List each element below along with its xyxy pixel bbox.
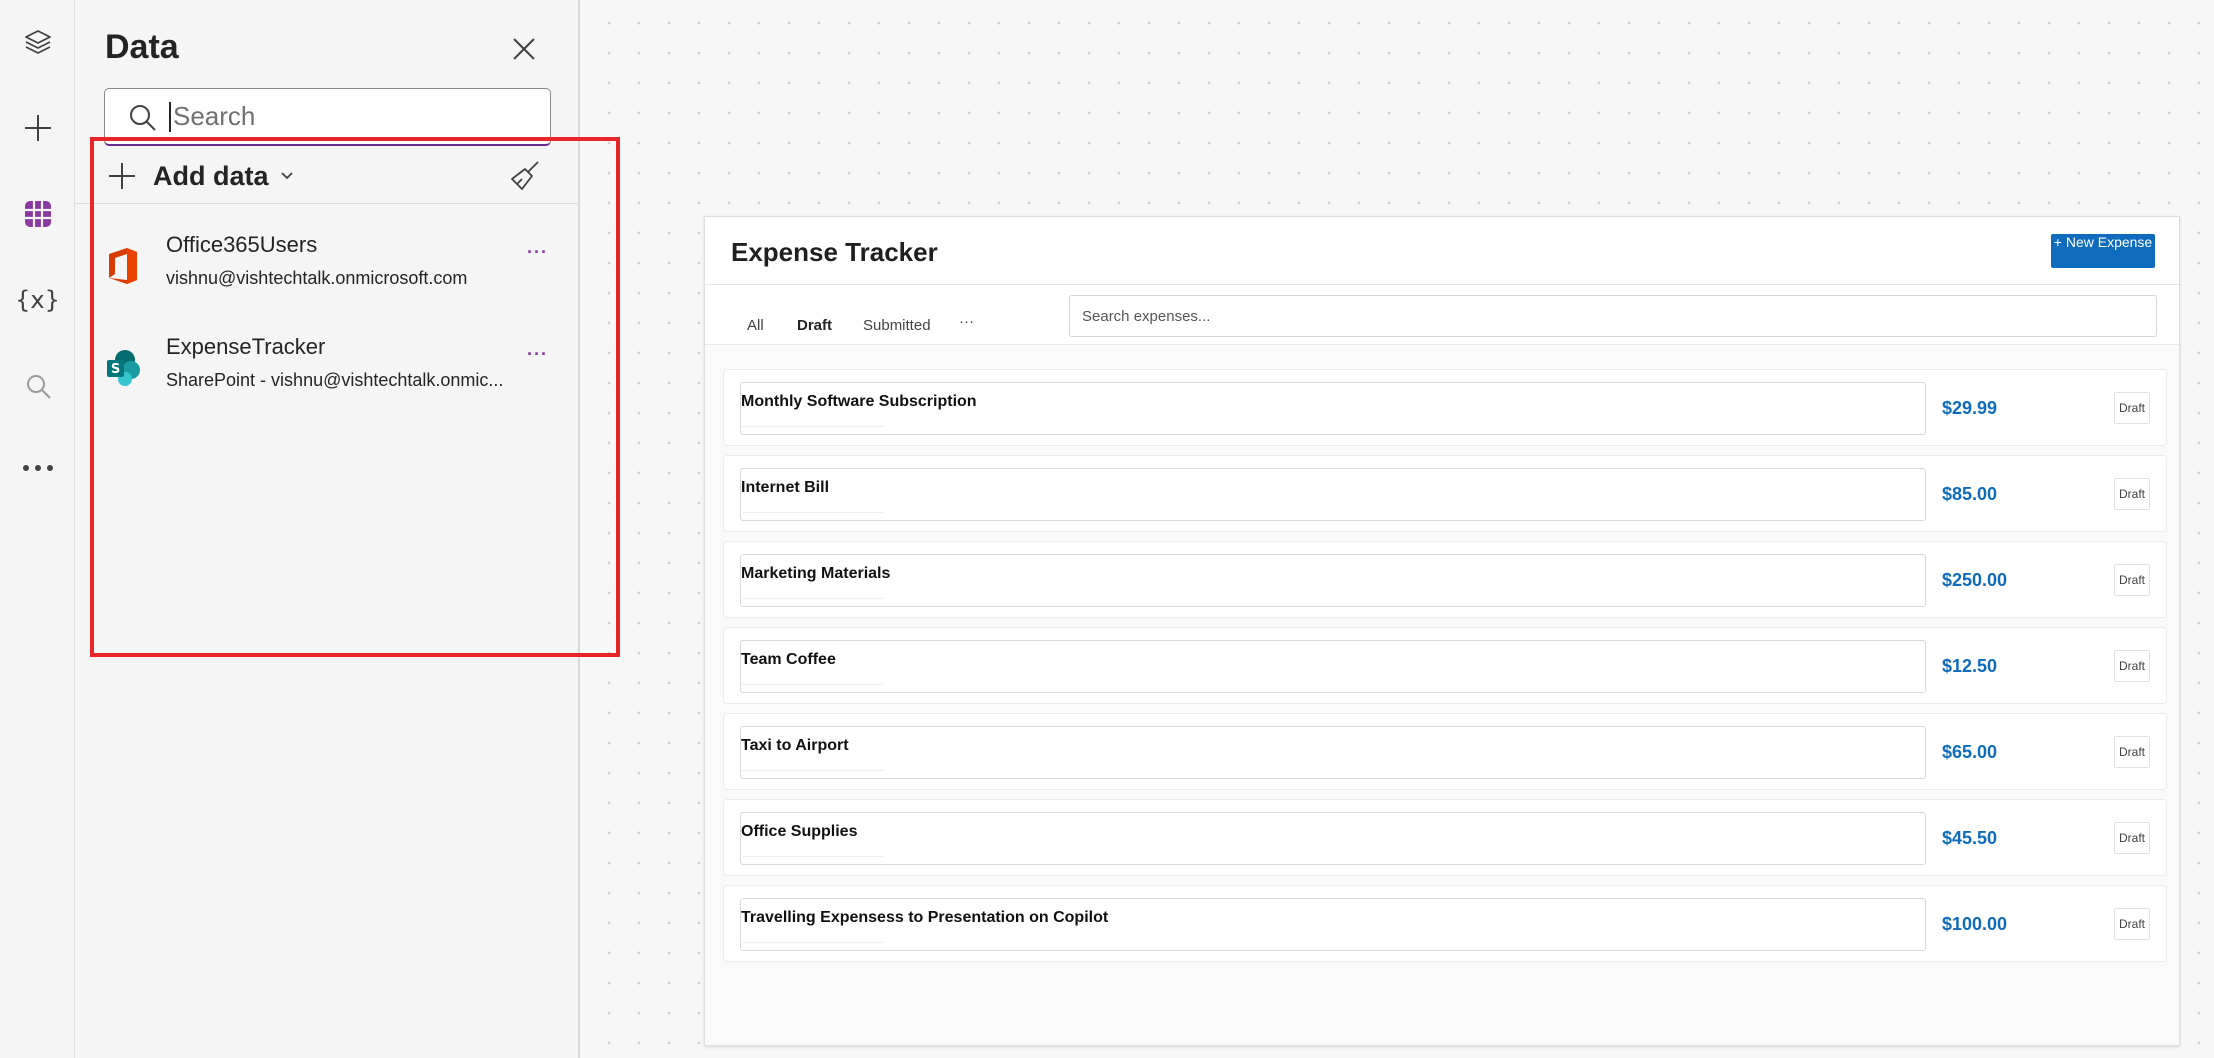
expense-title: Travelling Expensess to Presentation on …: [741, 909, 1109, 926]
variables-button[interactable]: {x}: [0, 270, 75, 330]
expense-search-input[interactable]: [1069, 295, 2157, 337]
broom-icon: [511, 161, 539, 190]
data-button[interactable]: [0, 184, 75, 244]
panel-divider: [75, 203, 578, 204]
expense-title-box: Office Supplies: [740, 812, 1926, 865]
status-badge: Draft: [2114, 650, 2150, 682]
expense-amount: $250.00: [1942, 570, 2008, 590]
source-subtitle: vishnu@vishtechtalk.onmicrosoft.com: [166, 268, 468, 288]
search-icon: [130, 104, 156, 131]
expense-title: Team Coffee: [741, 651, 836, 668]
add-data-label: Add data: [153, 160, 269, 191]
expense-row[interactable]: Travelling Expensess to Presentation on …: [723, 885, 2167, 962]
filter-tabs: All Draft Submitted ···: [705, 285, 2179, 345]
expense-title: Internet Bill: [741, 479, 830, 496]
expense-row[interactable]: Marketing Materials $250.00 Draft: [723, 541, 2167, 618]
expense-row[interactable]: Team Coffee $12.50 Draft: [723, 627, 2167, 704]
search-rail-button[interactable]: [0, 356, 75, 416]
layers-icon: [24, 30, 51, 54]
app-screen[interactable]: Expense Tracker + New Expense All Draft …: [704, 216, 2180, 1046]
expense-amount: $100.00: [1942, 914, 2008, 934]
tree-view-button[interactable]: [0, 12, 75, 72]
expense-detail: [743, 591, 883, 599]
clear-cache-button[interactable]: [505, 156, 545, 196]
tab-all[interactable]: All: [747, 317, 764, 334]
status-badge: Draft: [2114, 392, 2150, 424]
plus-icon: [109, 163, 135, 189]
left-rail: {x}: [0, 0, 75, 1058]
expense-detail: [743, 677, 883, 685]
data-grid-icon: [24, 201, 51, 227]
status-badge: Draft: [2114, 822, 2150, 854]
data-search-box: [104, 88, 551, 146]
expense-title-box: Taxi to Airport: [740, 726, 1926, 779]
expense-row[interactable]: Office Supplies $45.50 Draft: [723, 799, 2167, 876]
expense-title-box: Monthly Software Subscription: [740, 382, 1926, 435]
variables-icon: {x}: [15, 286, 60, 314]
source-more-button[interactable]: ···: [527, 344, 548, 365]
expense-title: Monthly Software Subscription: [741, 393, 977, 410]
expense-title: Taxi to Airport: [741, 737, 849, 754]
expense-detail: [743, 935, 883, 943]
expense-row[interactable]: Monthly Software Subscription $29.99 Dra…: [723, 369, 2167, 446]
expense-title: Marketing Materials: [741, 565, 891, 582]
expense-amount: $65.00: [1942, 742, 1998, 762]
plus-icon: [24, 115, 51, 141]
insert-button[interactable]: [0, 98, 75, 158]
source-name: Office365Users: [166, 232, 318, 257]
more-button[interactable]: [0, 438, 75, 498]
tab-draft[interactable]: Draft: [797, 317, 832, 334]
status-badge: Draft: [2114, 908, 2150, 940]
data-source-office365users[interactable]: Office365Users vishnu@vishtechtalk.onmic…: [75, 222, 578, 314]
office365-icon: [109, 248, 137, 284]
source-subtitle: SharePoint - vishnu@vishtechtalk.onmic..…: [166, 370, 504, 390]
more-icon: [22, 465, 53, 471]
panel-title: Data: [105, 28, 179, 66]
data-panel: Data Add data Office365Users: [75, 0, 580, 1058]
app-title: Expense Tracker: [731, 237, 938, 267]
data-search-input[interactable]: [169, 101, 529, 132]
status-badge: Draft: [2114, 478, 2150, 510]
expense-detail: [743, 849, 883, 857]
expense-title: Office Supplies: [741, 823, 858, 840]
new-expense-button[interactable]: + New Expense: [2051, 234, 2155, 268]
expense-detail: [743, 763, 883, 771]
sharepoint-icon: S: [107, 350, 140, 386]
expense-title-box: Internet Bill: [740, 468, 1926, 521]
source-more-button[interactable]: ···: [527, 242, 548, 263]
status-badge: Draft: [2114, 564, 2150, 596]
add-data-button[interactable]: Add data: [107, 156, 295, 196]
close-icon: [513, 38, 535, 60]
expense-detail: [743, 505, 883, 513]
expense-row[interactable]: Taxi to Airport $65.00 Draft: [723, 713, 2167, 790]
expense-amount: $29.99: [1942, 398, 1998, 418]
tab-submitted[interactable]: Submitted: [863, 317, 931, 334]
expense-amount: $85.00: [1942, 484, 1998, 504]
expense-amount: $12.50: [1942, 656, 1998, 676]
data-source-expensetracker[interactable]: S ExpenseTracker SharePoint - vishnu@vis…: [75, 324, 578, 416]
expense-detail: [743, 419, 883, 427]
tab-more[interactable]: ···: [959, 313, 974, 330]
status-badge: Draft: [2114, 736, 2150, 768]
expense-amount: $45.50: [1942, 828, 1998, 848]
expense-title-box: Team Coffee: [740, 640, 1926, 693]
search-icon: [26, 375, 51, 399]
chevron-down-icon: [280, 172, 293, 180]
close-button[interactable]: [507, 32, 541, 66]
expense-title-box: Marketing Materials: [740, 554, 1926, 607]
expense-row[interactable]: Internet Bill $85.00 Draft: [723, 455, 2167, 532]
source-name: ExpenseTracker: [166, 334, 326, 359]
expense-title-box: Travelling Expensess to Presentation on …: [740, 898, 1926, 951]
svg-text:S: S: [111, 362, 120, 377]
app-header: Expense Tracker + New Expense: [705, 217, 2179, 285]
